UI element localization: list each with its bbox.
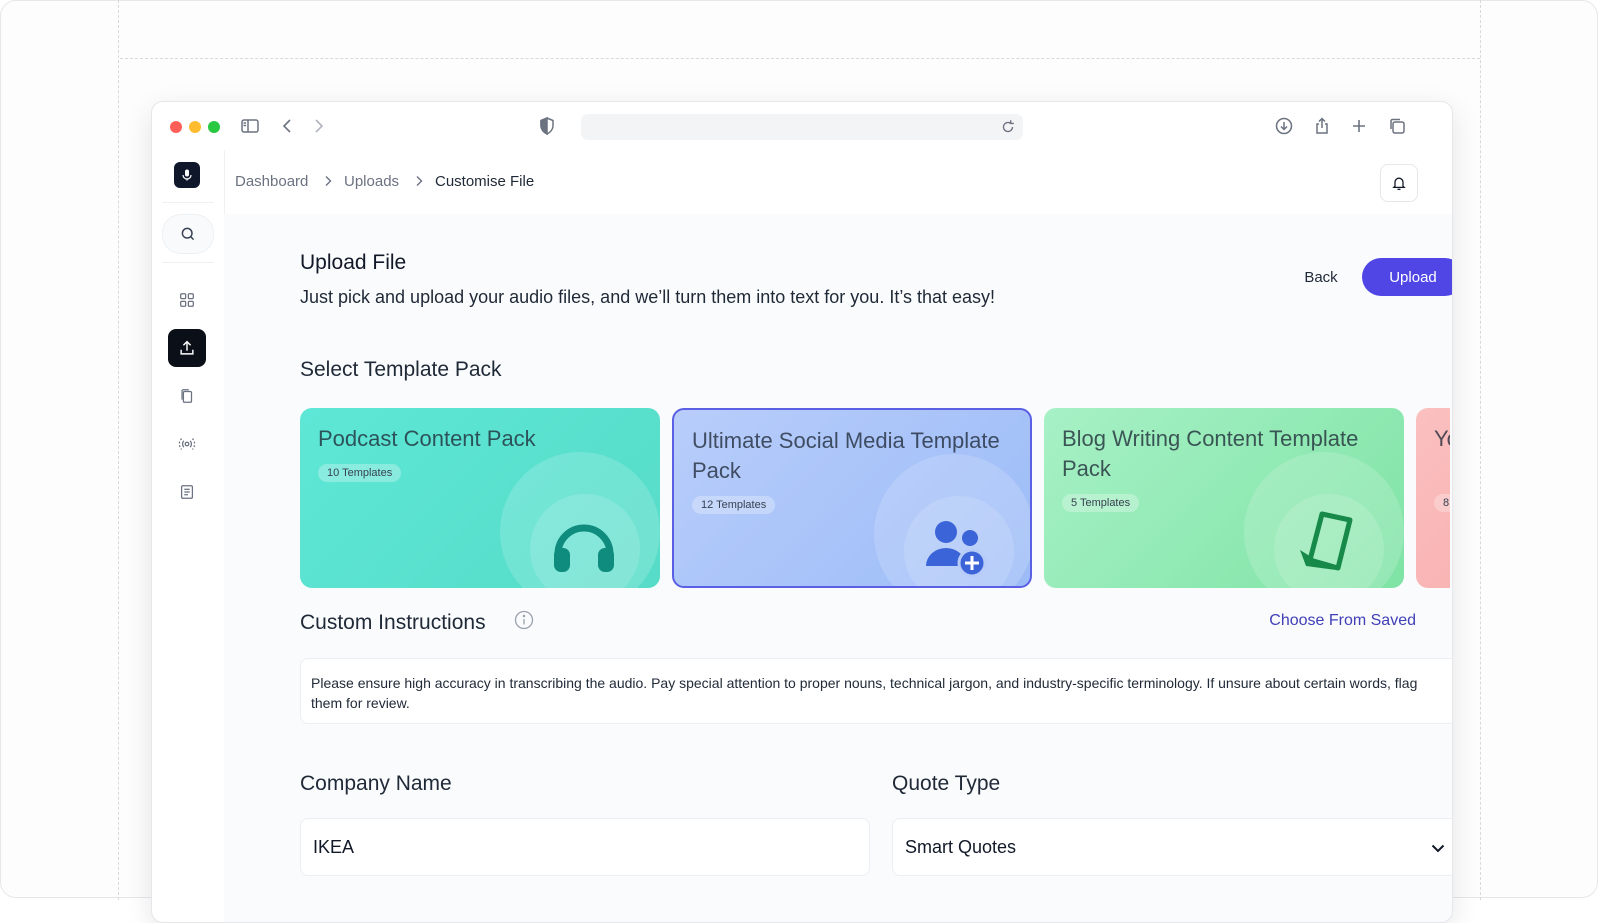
- template-count-badge: 10 Templates: [318, 464, 402, 482]
- choose-from-saved-link[interactable]: Choose From Saved: [1269, 612, 1416, 630]
- template-card-podcast[interactable]: Podcast Content Pack 10 Templates: [300, 408, 660, 588]
- sidebar-item-files[interactable]: [168, 377, 206, 415]
- close-window-button[interactable]: [170, 121, 182, 133]
- grid-icon: [180, 293, 194, 307]
- guide-line-left: [118, 0, 119, 900]
- search-icon: [181, 227, 195, 241]
- reload-icon[interactable]: [999, 118, 1017, 136]
- template-count-badge: 12 Templates: [692, 496, 776, 514]
- guide-line-top: [120, 58, 1480, 59]
- broadcast-icon: [178, 438, 196, 450]
- page-title: Upload File: [300, 251, 407, 274]
- template-section-title: Select Template Pack: [300, 358, 502, 381]
- back-arrow-icon[interactable]: [276, 114, 300, 138]
- sidebar-item-uploads[interactable]: [168, 329, 206, 367]
- template-card-social-media[interactable]: Ultimate Social Media Template Pack 12 T…: [672, 408, 1032, 588]
- template-card-title: Blog Writing Content Template Pack: [1062, 426, 1359, 481]
- tabs-overview-icon[interactable]: [1385, 114, 1409, 138]
- sidebar-divider: [162, 262, 214, 263]
- new-tab-icon[interactable]: [1347, 114, 1371, 138]
- info-icon[interactable]: [514, 610, 534, 630]
- main-content: Upload File Just pick and upload your au…: [224, 214, 1452, 922]
- company-name-input[interactable]: IKEA: [300, 818, 870, 876]
- app-logo[interactable]: [174, 162, 200, 188]
- guide-line-right: [1480, 0, 1481, 900]
- sidebar-item-dashboard[interactable]: [168, 281, 206, 319]
- back-button[interactable]: Back: [1292, 259, 1350, 295]
- company-name-value: IKEA: [313, 836, 355, 857]
- sidebar-item-audio[interactable]: [168, 425, 206, 463]
- template-card-blog[interactable]: Blog Writing Content Template Pack 5 Tem…: [1044, 408, 1404, 588]
- maximize-window-button[interactable]: [208, 121, 220, 133]
- template-card-title: Ultimate Social Media Template Pack: [692, 428, 1000, 483]
- breadcrumb-uploads[interactable]: Uploads: [344, 173, 399, 190]
- breadcrumb-current: Customise File: [435, 173, 535, 190]
- microphone-icon: [182, 169, 192, 181]
- quote-type-select[interactable]: Smart Quotes: [892, 818, 1452, 876]
- browser-toolbar: [152, 102, 1452, 150]
- instructions-title: Custom Instructions: [300, 611, 486, 634]
- shield-icon[interactable]: [535, 114, 559, 138]
- browser-window: Dashboard Uploads Customise File Upload …: [151, 101, 1453, 923]
- template-pack-carousel: Podcast Content Pack 10 Templates Ultima…: [300, 408, 1450, 588]
- address-bar[interactable]: [581, 114, 1023, 140]
- chevron-right-icon: [416, 176, 423, 186]
- app-sidebar: [152, 150, 225, 922]
- page-subtitle: Just pick and upload your audio files, a…: [300, 287, 996, 307]
- custom-instructions-textarea[interactable]: Please ensure high accuracy in transcrib…: [300, 658, 1452, 724]
- sidebar-item-documents[interactable]: [168, 473, 206, 511]
- sidebar-divider: [162, 202, 214, 203]
- template-count-badge: 8 Templates: [1434, 494, 1450, 512]
- add-users-icon: [926, 521, 987, 578]
- document-icon: [1300, 511, 1353, 571]
- upload-button[interactable]: Upload: [1362, 258, 1452, 296]
- share-icon[interactable]: [1310, 114, 1334, 138]
- template-count-badge: 5 Templates: [1062, 494, 1140, 512]
- template-card-youtube[interactable]: Youtube Bundle 8 Templates: [1416, 408, 1450, 588]
- copy-icon: [181, 389, 193, 403]
- headphones-icon: [554, 524, 614, 572]
- quote-type-value: Smart Quotes: [905, 836, 1017, 857]
- sidebar-toggle-icon[interactable]: [238, 114, 262, 138]
- forward-arrow-icon[interactable]: [306, 114, 330, 138]
- chevron-down-icon: [1431, 844, 1445, 853]
- breadcrumb-dashboard[interactable]: Dashboard: [235, 173, 308, 190]
- template-card-title: Youtube Bundle: [1434, 426, 1450, 451]
- sidebar-search-button[interactable]: [162, 214, 214, 254]
- company-name-label: Company Name: [300, 772, 452, 795]
- download-icon[interactable]: [1272, 114, 1296, 138]
- bell-icon: [1392, 177, 1406, 191]
- app-header: Dashboard Uploads Customise File: [224, 150, 1452, 215]
- quote-type-label: Quote Type: [892, 772, 1001, 795]
- template-card-title: Podcast Content Pack: [318, 426, 536, 451]
- document-list-icon: [180, 485, 194, 499]
- minimize-window-button[interactable]: [189, 121, 201, 133]
- chevron-right-icon: [325, 176, 332, 186]
- notifications-button[interactable]: [1380, 164, 1418, 202]
- upload-icon: [180, 340, 194, 355]
